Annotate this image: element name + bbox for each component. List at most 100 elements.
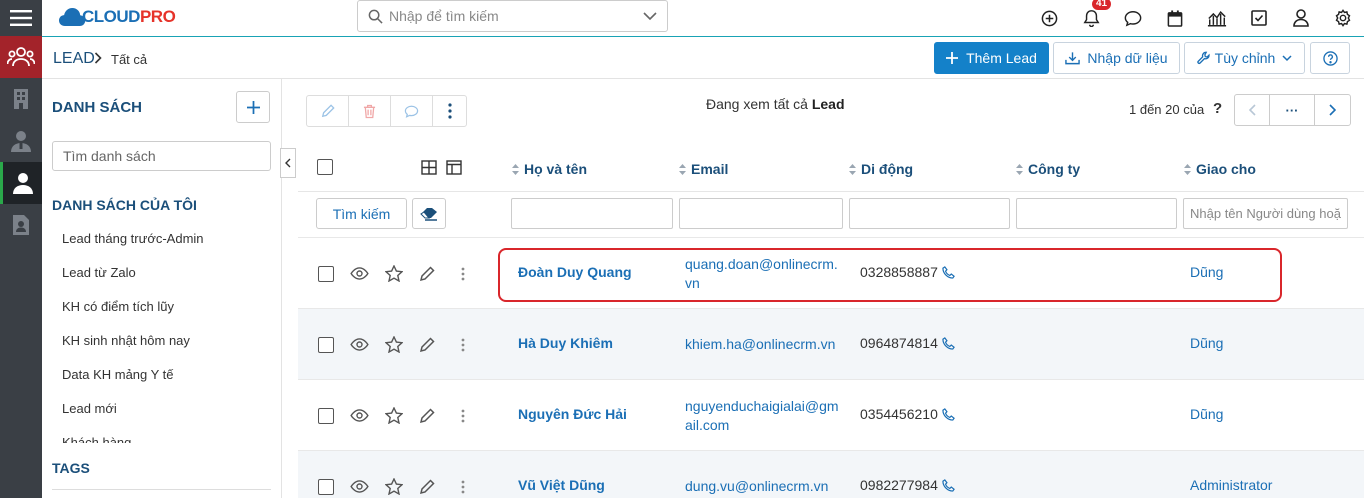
table-row[interactable]: Đoàn Duy Quang quang.doan@onlinecrm.vn 0… xyxy=(298,237,1364,308)
row-checkbox[interactable] xyxy=(318,478,334,495)
tasks-checkbox-icon[interactable] xyxy=(1238,0,1280,36)
select-all-checkbox[interactable] xyxy=(317,159,333,175)
lead-name-link[interactable]: Nguyên Đức Hải xyxy=(518,406,627,422)
customize-button[interactable]: Tùy chỉnh xyxy=(1184,42,1305,74)
more-vertical-icon[interactable] xyxy=(461,409,465,423)
lead-email-link[interactable]: khiem.ha@onlinecrm.vn xyxy=(685,335,860,354)
lead-email-link[interactable]: nguyenduchaigialai@gmail.com xyxy=(685,397,840,435)
row-checkbox[interactable] xyxy=(318,407,334,424)
pagination-help[interactable]: ? xyxy=(1213,100,1222,117)
pencil-icon[interactable] xyxy=(419,478,435,495)
sidebar-title: DANH SÁCH xyxy=(52,99,142,116)
filter-email-input[interactable] xyxy=(679,198,843,229)
mass-comment-button[interactable] xyxy=(391,96,433,126)
sort-icon xyxy=(1184,163,1191,175)
pencil-icon[interactable] xyxy=(419,265,435,282)
menu-icon[interactable] xyxy=(0,0,42,36)
eye-icon[interactable] xyxy=(350,409,369,422)
breadcrumb-module[interactable]: LEAD xyxy=(53,50,95,68)
contact-card-icon[interactable] xyxy=(0,204,42,246)
grid-layout-icon[interactable] xyxy=(421,160,437,175)
collapse-sidebar-button[interactable] xyxy=(280,148,296,178)
sidebar-list-item[interactable]: Data KH mảng Y tế xyxy=(62,365,272,399)
eye-icon[interactable] xyxy=(350,480,369,493)
lead-email-link[interactable]: quang.doan@onlinecrm.vn xyxy=(685,255,840,293)
column-header-email[interactable]: Email xyxy=(679,161,728,177)
column-header-name[interactable]: Họ và tên xyxy=(512,161,587,177)
quick-create-icon[interactable] xyxy=(1028,0,1070,36)
lead-assigned[interactable]: Dũng xyxy=(1190,335,1223,351)
phone-icon[interactable] xyxy=(942,336,955,350)
table-row[interactable]: Nguyên Đức Hải nguyenduchaigialai@gmail.… xyxy=(298,379,1364,450)
filter-name-input[interactable] xyxy=(511,198,673,229)
filter-search-button[interactable]: Tìm kiếm xyxy=(316,198,407,229)
global-search-input[interactable] xyxy=(389,8,643,24)
eye-icon[interactable] xyxy=(350,338,369,351)
lead-name-link[interactable]: Đoàn Duy Quang xyxy=(518,264,632,280)
lead-assigned[interactable]: Administrator xyxy=(1190,477,1272,493)
sidebar-list-item[interactable]: Lead tháng trước-Admin xyxy=(62,229,272,263)
chat-icon[interactable] xyxy=(1112,0,1154,36)
column-header-mobile[interactable]: Di động xyxy=(849,161,913,177)
filter-mobile-input[interactable] xyxy=(849,198,1010,229)
row-checkbox[interactable] xyxy=(318,336,334,353)
cloudpro-logo[interactable]: CLOUDPRO xyxy=(58,6,176,28)
mass-edit-button[interactable] xyxy=(307,96,349,126)
lead-assigned[interactable]: Dũng xyxy=(1190,264,1223,280)
star-icon[interactable] xyxy=(385,478,403,495)
lead-name-link[interactable]: Hà Duy Khiêm xyxy=(518,335,613,351)
more-actions-button[interactable] xyxy=(433,96,466,126)
add-lead-button[interactable]: Thêm Lead xyxy=(934,42,1049,74)
more-vertical-icon[interactable] xyxy=(461,338,465,352)
row-checkbox[interactable] xyxy=(318,265,334,282)
filter-company-input[interactable] xyxy=(1016,198,1177,229)
notification-bell-icon[interactable]: 41 xyxy=(1070,0,1112,36)
mass-delete-button[interactable] xyxy=(349,96,391,126)
phone-icon[interactable] xyxy=(942,265,955,279)
more-horizontal-icon: ··· xyxy=(1285,102,1299,118)
lead-name-link[interactable]: Vũ Việt Dũng xyxy=(518,477,605,493)
list-search-input[interactable] xyxy=(52,141,271,171)
column-header-assigned[interactable]: Giao cho xyxy=(1184,161,1256,177)
lead-assigned[interactable]: Dũng xyxy=(1190,406,1223,422)
clear-filter-button[interactable] xyxy=(412,198,446,229)
user-profile-icon[interactable] xyxy=(1280,0,1322,36)
global-search[interactable] xyxy=(357,0,668,32)
lead-email-link[interactable]: dung.vu@onlinecrm.vn xyxy=(685,477,860,496)
column-layout-icon[interactable] xyxy=(446,160,462,175)
building-icon[interactable] xyxy=(0,78,42,120)
chevron-down-icon[interactable] xyxy=(643,11,657,21)
column-header-company[interactable]: Công ty xyxy=(1016,161,1080,177)
users-group-icon[interactable] xyxy=(0,36,42,78)
eye-icon[interactable] xyxy=(350,267,369,280)
filter-assigned-input[interactable] xyxy=(1183,198,1348,229)
star-icon[interactable] xyxy=(385,407,403,424)
pencil-icon[interactable] xyxy=(419,407,435,424)
table-header: Họ và tên Email Di động Công ty Giao cho xyxy=(298,142,1364,192)
settings-gear-icon[interactable] xyxy=(1322,0,1364,36)
prev-page-button[interactable] xyxy=(1235,95,1270,125)
page-menu-button[interactable]: ··· xyxy=(1270,95,1315,125)
sidebar-list-item[interactable]: Lead từ Zalo xyxy=(62,263,272,297)
next-page-button[interactable] xyxy=(1315,95,1350,125)
sidebar-list-item[interactable]: Lead mới xyxy=(62,399,272,433)
star-icon[interactable] xyxy=(385,336,403,353)
lead-person-icon[interactable] xyxy=(0,162,42,204)
more-vertical-icon[interactable] xyxy=(461,480,465,494)
sidebar-list-item[interactable]: Khách hàng xyxy=(62,433,272,443)
help-button[interactable] xyxy=(1310,42,1350,74)
table-row[interactable]: Hà Duy Khiêm khiem.ha@onlinecrm.vn 09648… xyxy=(298,308,1364,379)
pencil-icon[interactable] xyxy=(419,336,435,353)
import-data-button[interactable]: Nhập dữ liệu xyxy=(1053,42,1180,74)
sidebar-list-item[interactable]: KH sinh nhật hôm nay xyxy=(62,331,272,365)
calendar-icon[interactable] xyxy=(1154,0,1196,36)
add-list-button[interactable] xyxy=(236,91,270,123)
star-icon[interactable] xyxy=(385,265,403,282)
contact-icon[interactable] xyxy=(0,120,42,162)
phone-icon[interactable] xyxy=(942,407,955,421)
reports-chart-icon[interactable] xyxy=(1196,0,1238,36)
phone-icon[interactable] xyxy=(942,478,955,492)
table-row[interactable]: Vũ Việt Dũng dung.vu@onlinecrm.vn 098227… xyxy=(298,450,1364,498)
more-vertical-icon[interactable] xyxy=(461,267,465,281)
sidebar-list-item[interactable]: KH có điểm tích lũy xyxy=(62,297,272,331)
